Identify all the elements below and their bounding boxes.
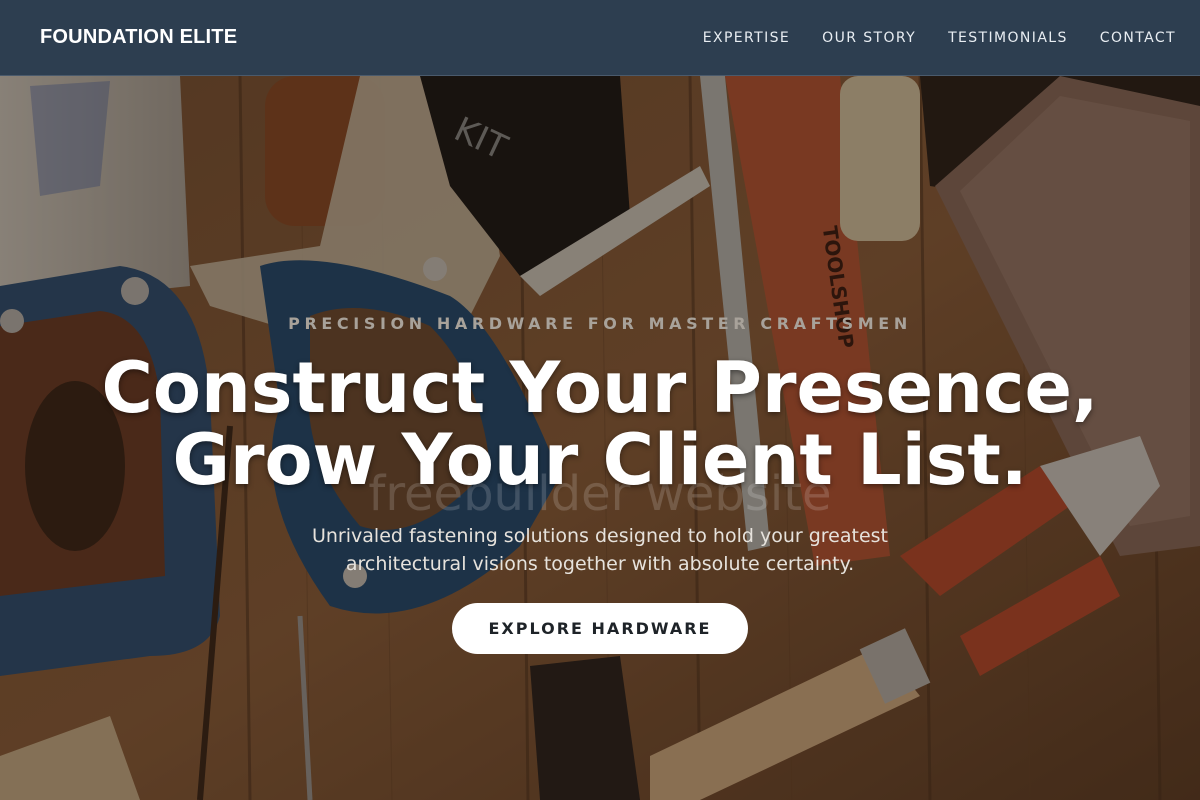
brand-logo[interactable]: FOUNDATION ELITE	[40, 26, 237, 49]
nav-link-testimonials[interactable]: TESTIMONIALS	[948, 30, 1068, 46]
hero-headline: Construct Your Presence, Grow Your Clien…	[0, 352, 1200, 496]
nav-link-expertise[interactable]: EXPERTISE	[703, 30, 790, 46]
hero-subtitle: Unrivaled fastening solutions designed t…	[311, 525, 889, 575]
hero-headline-line-1: Construct Your Presence,	[101, 347, 1099, 429]
nav-link-our-story[interactable]: OUR STORY	[822, 30, 916, 46]
hero-headline-line-2: Grow Your Client List.	[172, 419, 1028, 501]
hero-eyebrow: PRECISION HARDWARE FOR MASTER CRAFTSMEN	[288, 314, 912, 333]
explore-hardware-button[interactable]: EXPLORE HARDWARE	[452, 603, 748, 654]
hero-content: PRECISION HARDWARE FOR MASTER CRAFTSMEN …	[0, 76, 1200, 800]
hero-section: KIT TOOLSHOP PRECISION HARDWARE FOR MAST…	[0, 76, 1200, 800]
main-nav: EXPERTISE OUR STORY TESTIMONIALS CONTACT	[703, 30, 1176, 46]
nav-link-contact[interactable]: CONTACT	[1100, 30, 1176, 46]
site-header: FOUNDATION ELITE EXPERTISE OUR STORY TES…	[0, 0, 1200, 76]
